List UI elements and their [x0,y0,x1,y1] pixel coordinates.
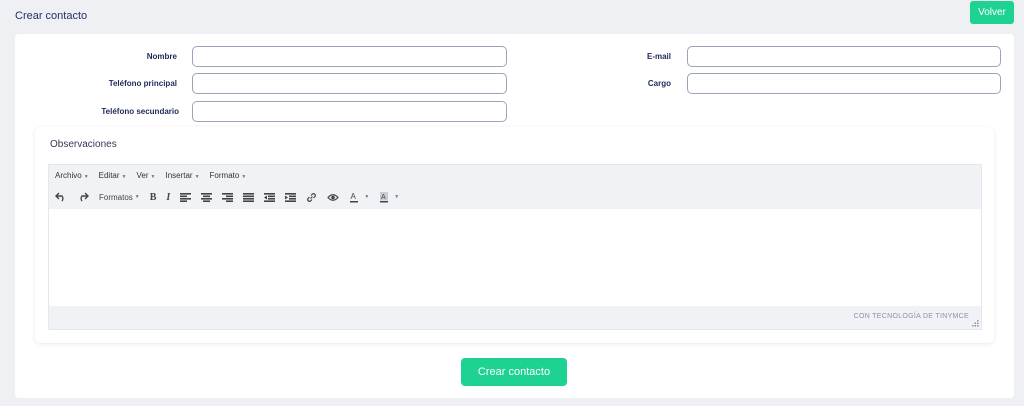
bold-icon[interactable]: B [150,192,157,203]
align-center-icon[interactable] [201,192,213,202]
menu-insertar[interactable]: Insertar ▼ [165,171,199,180]
background-color-icon[interactable]: A ▼ [379,191,400,203]
caret-down-icon: ▼ [241,173,247,180]
tinymce-branding[interactable]: CON TECNOLOGÍA DE TINYMCE [854,313,969,320]
nombre-input[interactable] [192,46,507,67]
crear-contacto-button[interactable]: Crear contacto [461,358,567,386]
svg-text:A: A [351,192,357,201]
caret-down-icon: ▼ [121,173,127,180]
caret-down-icon: ▼ [150,173,156,180]
menu-archivo[interactable]: Archivo ▼ [55,171,89,180]
editor-statusbar: CON TECNOLOGÍA DE TINYMCE [49,306,981,329]
email-input[interactable] [687,46,1001,67]
editor-content-area[interactable] [49,209,981,306]
back-button[interactable]: Volver [970,1,1014,24]
telefono-secundario-label: Teléfono secundario [101,107,179,116]
nombre-label: Nombre [146,52,177,61]
page-title: Crear contacto [15,10,88,22]
menu-editar[interactable]: Editar ▼ [99,171,127,180]
telefono-principal-label: Teléfono principal [108,79,177,88]
text-color-icon[interactable]: A ▼ [349,192,369,203]
redo-icon[interactable] [77,192,89,202]
align-justify-icon[interactable] [243,192,255,202]
telefono-principal-input[interactable] [192,73,507,94]
caret-down-icon: ▼ [83,173,89,180]
italic-icon[interactable]: I [166,192,170,203]
formats-dropdown[interactable]: Formatos ▼ [99,193,140,202]
outdent-icon[interactable] [264,192,276,202]
rich-text-editor: Archivo ▼ Editar ▼ Ver ▼ Insertar ▼ Formato ▼… [48,164,982,330]
svg-text:A: A [381,194,386,201]
menu-formato[interactable]: Formato ▼ [210,171,247,180]
caret-down-icon: ▼ [394,194,400,200]
form-card: Nombre E-mail Teléfono principal Cargo T… [15,34,1014,398]
align-right-icon[interactable] [222,192,234,202]
email-label: E-mail [646,52,671,61]
cargo-input[interactable] [687,73,1001,94]
editor-menubar: Archivo ▼ Editar ▼ Ver ▼ Insertar ▼ Formato ▼ [49,165,981,185]
caret-down-icon: ▼ [134,194,140,200]
caret-down-icon: ▼ [364,194,370,200]
link-icon[interactable] [306,192,317,203]
observaciones-panel: Observaciones Archivo ▼ Editar ▼ Ver ▼ Inse… [35,127,994,343]
resize-grip-icon[interactable] [972,320,979,327]
cargo-label: Cargo [647,79,671,88]
observaciones-title: Observaciones [50,139,117,150]
align-left-icon[interactable] [180,192,192,202]
editor-toolbar: Formatos ▼ B I A ▼ A ▼ [49,185,981,209]
menu-ver[interactable]: Ver ▼ [137,171,156,180]
indent-icon[interactable] [285,192,297,202]
undo-icon[interactable] [55,192,67,202]
telefono-secundario-input[interactable] [192,101,507,122]
caret-down-icon: ▼ [194,173,200,180]
preview-eye-icon[interactable] [327,193,340,202]
